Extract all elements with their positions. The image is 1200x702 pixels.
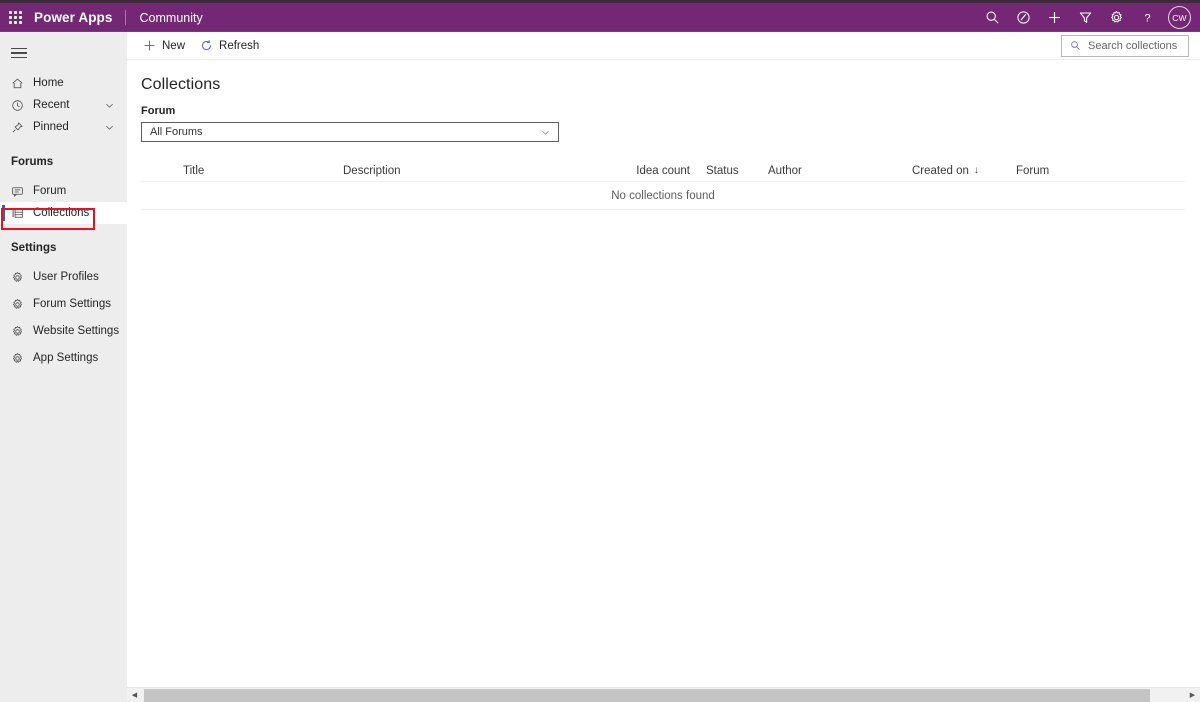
chevron-down-icon[interactable] [104,122,127,133]
grid-empty-state: No collections found [141,182,1185,209]
search-input[interactable]: Search collections [1061,34,1189,57]
svg-text:?: ? [1144,12,1150,24]
waffle-grid [8,11,22,24]
add-icon[interactable] [1039,3,1070,32]
gear-icon [11,298,28,311]
grid-bottom-divider [141,209,1185,210]
column-label: Idea count [636,164,690,177]
sidebar-item-label: Pinned [33,121,69,133]
sidebar-item-label: Website Settings [33,325,120,337]
column-header-status[interactable]: Status [690,165,768,177]
search-placeholder: Search collections [1088,39,1178,52]
header-underline [0,31,1200,32]
sidebar-item-home[interactable]: Home [0,72,127,94]
search-icon [1071,41,1080,50]
content-area: Collections Forum All Forums Title Descr… [127,60,1200,687]
new-button[interactable]: New [141,32,194,59]
app-launcher-icon[interactable] [0,3,30,32]
hamburger-lines [11,47,27,59]
column-label: Created on [912,164,969,177]
column-label: Status [706,164,739,177]
column-header-author[interactable]: Author [768,165,912,177]
gear-icon [11,271,28,284]
column-label: Title [183,164,205,177]
sidebar-spacer-settings [0,224,127,238]
sidebar-item-pinned[interactable]: Pinned [0,116,127,138]
sidebar-item-label: Forum [33,185,67,197]
header-actions: ? CW [977,3,1200,32]
app-name-label[interactable]: Community [126,11,203,25]
sidebar-group-forums: Forums [11,156,54,168]
scroll-left-arrow-icon[interactable]: ◀ [127,687,142,702]
column-header-idea-count[interactable]: Idea count [605,165,690,177]
empty-state-message: No collections found [611,189,715,202]
column-header-forum[interactable]: Forum [1016,165,1116,177]
brand-title[interactable]: Power Apps [30,10,125,25]
forum-filter-label: Forum [141,105,176,117]
avatar[interactable]: CW [1168,6,1191,29]
forum-filter-value: All Forums [150,126,203,138]
settings-gear-icon[interactable] [1101,3,1132,32]
sidebar-spacer-top [0,64,127,72]
app-shell: Home Recent Pinned Forums Forum Collecti… [0,32,1200,702]
sidebar-item-app-settings[interactable]: App Settings [0,347,127,369]
sidebar-item-label: Home [33,77,64,89]
plus-icon [144,40,155,51]
help-icon[interactable]: ? [1132,3,1163,32]
sidebar-item-forum-settings[interactable]: Forum Settings [0,293,127,315]
sidebar-item-website-settings[interactable]: Website Settings [0,320,127,342]
gear-icon [11,325,28,338]
sort-descending-icon: ↓ [973,165,979,176]
environment-icon[interactable] [1008,3,1039,32]
chevron-down-icon[interactable] [104,100,127,111]
sidebar-item-label: Recent [33,99,70,111]
command-bar: New Refresh Search collections [127,32,1200,60]
column-label: Forum [1016,164,1050,177]
forum-filter-dropdown[interactable]: All Forums [141,122,559,142]
column-label: Author [768,164,802,177]
refresh-button-label: Refresh [219,39,260,52]
horizontal-scrollbar[interactable]: ◀ ▶ [127,687,1200,702]
gear-icon [11,352,28,365]
sidebar-item-collections[interactable]: Collections [0,202,127,224]
column-header-created-on[interactable]: Created on ↓ [912,165,1016,177]
new-button-label: New [162,39,186,52]
sidebar-spacer-forums [0,138,127,152]
sidebar-spacer-settings-items [0,258,127,266]
sidebar-item-label: User Profiles [33,271,99,283]
column-label: Description [343,164,401,177]
filter-icon[interactable] [1070,3,1101,32]
sidebar-spacer-forums-items [0,172,127,180]
refresh-button[interactable]: Refresh [198,32,268,59]
comment-icon [11,185,28,198]
column-header-title[interactable]: Title [141,165,343,177]
scroll-right-arrow-icon[interactable]: ▶ [1185,687,1200,702]
sidebar-item-user-profiles[interactable]: User Profiles [0,266,127,288]
page-title: Collections [141,76,221,93]
sidebar: Home Recent Pinned Forums Forum Collecti… [0,32,127,702]
pin-icon [11,121,28,134]
chevron-down-icon[interactable] [540,127,551,138]
collections-grid: Title Description Idea count Status Auth… [141,160,1185,210]
column-header-description[interactable]: Description [343,165,605,177]
grid-header-row: Title Description Idea count Status Auth… [141,160,1185,181]
main-region: New Refresh Search collections Collectio… [127,32,1200,702]
scrollbar-thumb[interactable] [144,688,1150,702]
menu-hamburger-icon[interactable] [0,42,127,64]
scrollbar-track[interactable] [142,687,1185,702]
sidebar-item-label: Collections [33,207,90,219]
sidebar-group-settings: Settings [11,242,57,254]
refresh-icon [201,40,212,51]
sidebar-item-label: Forum Settings [33,298,111,310]
search-icon[interactable] [977,3,1008,32]
sidebar-item-forum[interactable]: Forum [0,180,127,202]
sidebar-item-label: App Settings [33,352,99,364]
sidebar-item-recent[interactable]: Recent [0,94,127,116]
home-icon [11,77,28,90]
list-icon [11,207,28,220]
clock-icon [11,99,28,112]
suite-header: Power Apps Community ? CW [0,3,1200,32]
